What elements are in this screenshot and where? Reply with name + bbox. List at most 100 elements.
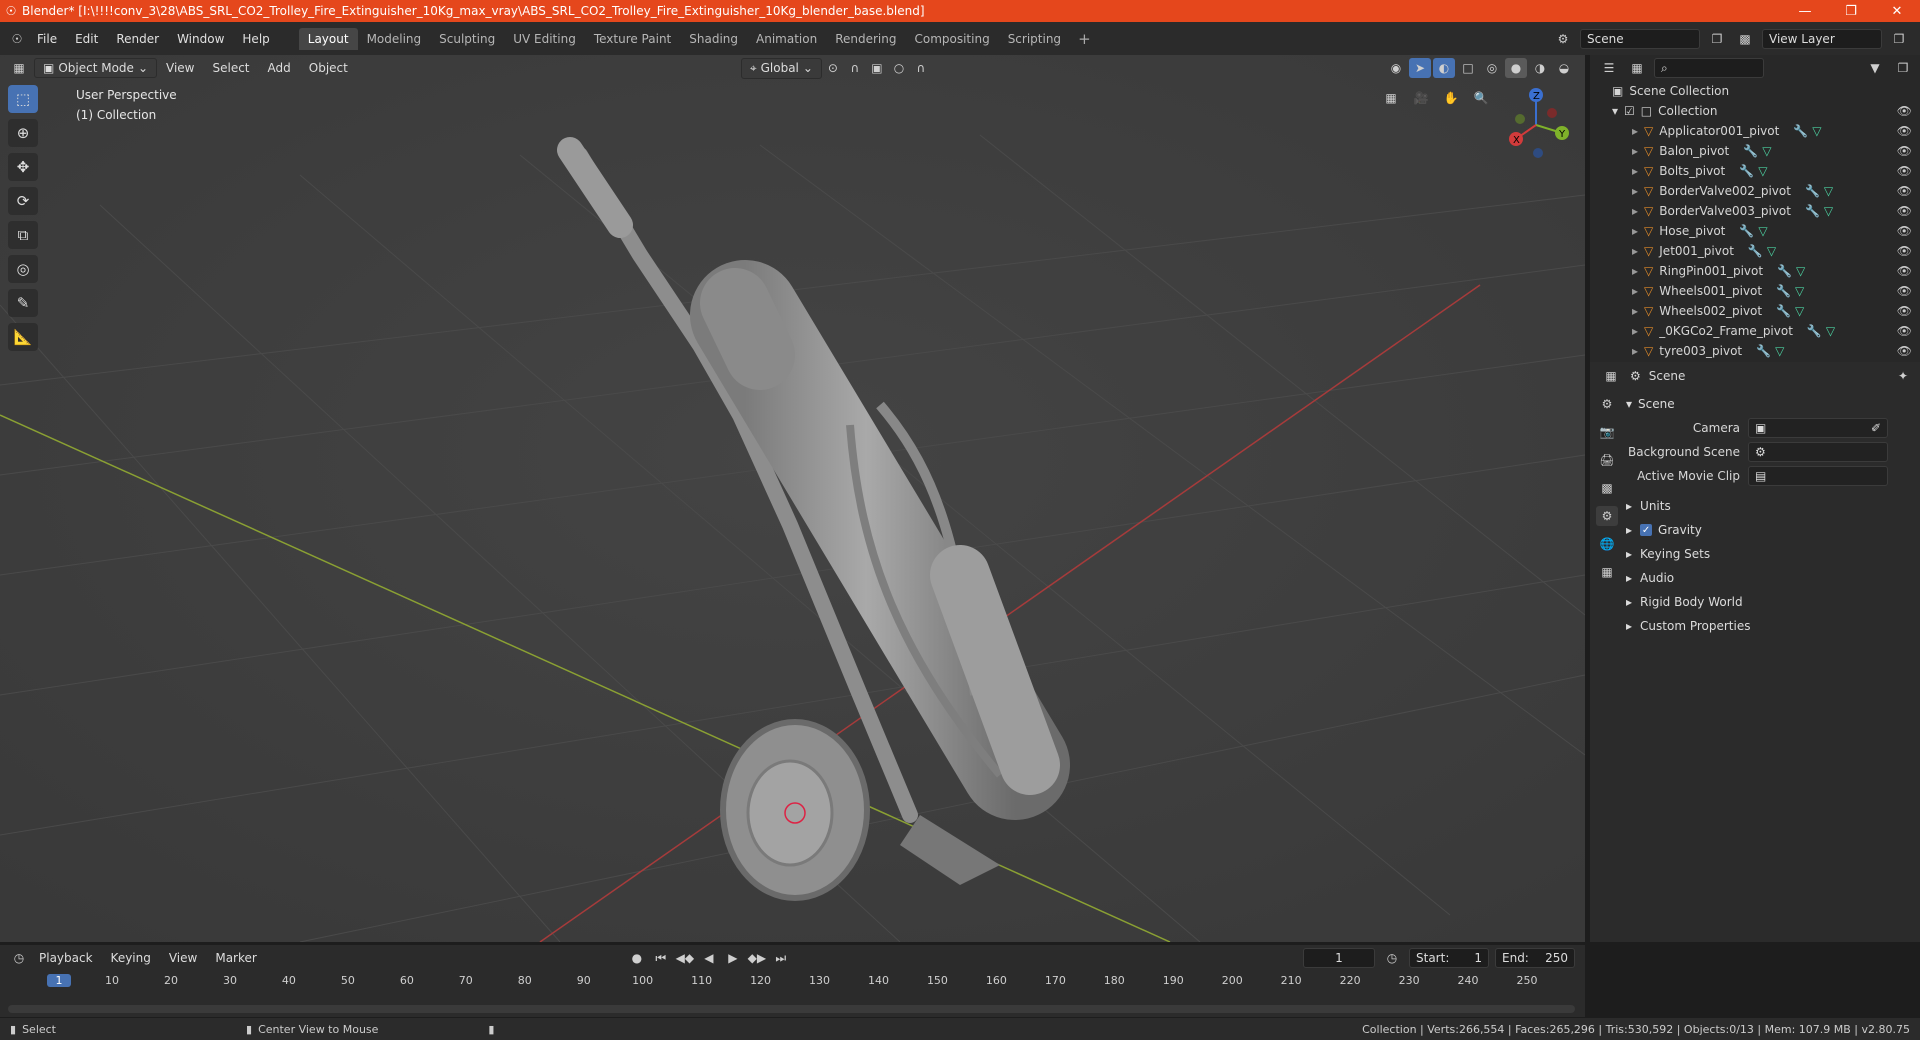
scene-tab-icon[interactable]: ⚙	[1596, 506, 1618, 526]
scale-icon[interactable]: ⧉	[8, 221, 38, 249]
menu-select[interactable]: Select	[203, 61, 258, 75]
clock-icon[interactable]: ◷	[1381, 948, 1403, 968]
menu-keying[interactable]: Keying	[102, 951, 160, 965]
outliner-item[interactable]: ▸ ▽ Hose_pivot 🔧 ▽ 👁	[1590, 221, 1920, 241]
tool-tab-icon[interactable]: ⚙	[1596, 394, 1618, 414]
outliner-collection[interactable]: ▾ ☑ □ Collection 👁	[1590, 101, 1920, 121]
tab-sculpting[interactable]: Sculpting	[430, 28, 504, 50]
prev-keyframe-icon[interactable]: ◀◆	[674, 948, 696, 968]
eye-icon[interactable]: 👁	[1897, 144, 1912, 158]
next-keyframe-icon[interactable]: ◆▶	[746, 948, 768, 968]
eyedropper-icon[interactable]: ✐	[1871, 421, 1881, 435]
outliner-item[interactable]: ▸ ▽ Balon_pivot 🔧 ▽ 👁	[1590, 141, 1920, 161]
falloff-icon[interactable]: ∩	[910, 58, 932, 78]
menu-edit[interactable]: Edit	[66, 32, 107, 46]
eye-icon[interactable]: 👁	[1897, 124, 1912, 138]
menu-object[interactable]: Object	[300, 61, 357, 75]
eye-icon[interactable]: 👁	[1897, 164, 1912, 178]
outliner-search-input[interactable]: ⌕	[1654, 58, 1764, 78]
menu-timeline-view[interactable]: View	[160, 951, 206, 965]
tab-modeling[interactable]: Modeling	[358, 28, 431, 50]
outliner-editor-icon[interactable]: ☰	[1598, 58, 1620, 78]
output-tab-icon[interactable]: 🖨	[1596, 450, 1618, 470]
new-collection-icon[interactable]: ❐	[1892, 58, 1914, 78]
current-frame-field[interactable]: 1	[1303, 948, 1375, 968]
scene-selector[interactable]: Scene	[1580, 28, 1700, 49]
rendered-shading-icon[interactable]: ◒	[1553, 58, 1575, 78]
menu-file[interactable]: File	[28, 32, 66, 46]
render-tab-icon[interactable]: 📷	[1596, 422, 1618, 442]
eye-icon[interactable]: 👁	[1897, 304, 1912, 318]
audio-section[interactable]: ▸ Audio	[1626, 566, 1916, 590]
outliner-item[interactable]: ▸ ▽ BorderValve002_pivot 🔧 ▽ 👁	[1590, 181, 1920, 201]
expand-arrow-icon[interactable]: ▾	[1612, 104, 1618, 118]
outliner-item[interactable]: ▸ ▽ tyre003_pivot 🔧 ▽ 👁	[1590, 341, 1920, 361]
display-mode-icon[interactable]: ▦	[1626, 58, 1648, 78]
expand-arrow-icon[interactable]: ▸	[1632, 124, 1638, 138]
eye-icon[interactable]: 👁	[1897, 184, 1912, 198]
outliner-item[interactable]: ▸ ▽ Wheels002_pivot 🔧 ▽ 👁	[1590, 301, 1920, 321]
start-frame-field[interactable]: Start: 1	[1409, 948, 1489, 968]
new-view-layer-icon[interactable]: ❐	[1888, 29, 1910, 49]
view-layer-tab-icon[interactable]: ▩	[1596, 478, 1618, 498]
cursor-icon[interactable]: ⊕	[8, 119, 38, 147]
material-shading-icon[interactable]: ◑	[1529, 58, 1551, 78]
expand-arrow-icon[interactable]: ▸	[1632, 244, 1638, 258]
zoom-icon[interactable]: 🔍	[1470, 88, 1492, 108]
outliner-item[interactable]: ▸ ▽ Wheels001_pivot 🔧 ▽ 👁	[1590, 281, 1920, 301]
texture-tab-icon[interactable]: ▦	[1596, 562, 1618, 582]
expand-arrow-icon[interactable]: ▸	[1632, 204, 1638, 218]
custom-properties-section[interactable]: ▸ Custom Properties	[1626, 614, 1916, 638]
outliner-item[interactable]: ▸ ▽ _0KGCo2_Frame_pivot 🔧 ▽ 👁	[1590, 321, 1920, 341]
eye-icon[interactable]: 👁	[1897, 264, 1912, 278]
eye-icon[interactable]: 👁	[1897, 204, 1912, 218]
annotate-icon[interactable]: ✎	[8, 289, 38, 317]
outliner-item[interactable]: ▸ ▽ RingPin001_pivot 🔧 ▽ 👁	[1590, 261, 1920, 281]
keying-sets-section[interactable]: ▸ Keying Sets	[1626, 542, 1916, 566]
expand-arrow-icon[interactable]: ▸	[1632, 284, 1638, 298]
3d-viewport[interactable]: ▦ ▣ Object Mode ⌄ View Select Add Object…	[0, 55, 1585, 942]
rotate-icon[interactable]: ⟳	[8, 187, 38, 215]
world-tab-icon[interactable]: 🌐	[1596, 534, 1618, 554]
view-layer-selector[interactable]: View Layer	[1762, 28, 1882, 49]
toggle-perspective-icon[interactable]: ▦	[1380, 88, 1402, 108]
outliner-item[interactable]: ▸ ▽ BorderValve003_pivot 🔧 ▽ 👁	[1590, 201, 1920, 221]
snap-icon[interactable]: ∩	[844, 58, 866, 78]
scene-icon[interactable]: ⚙	[1552, 29, 1574, 49]
expand-arrow-icon[interactable]: ▸	[1632, 144, 1638, 158]
properties-editor-icon[interactable]: ▦	[1600, 366, 1622, 386]
pivot-point-icon[interactable]: ⊙	[822, 58, 844, 78]
gravity-section[interactable]: ▸ ✓ Gravity	[1626, 518, 1916, 542]
filter-icon[interactable]: ▼	[1864, 58, 1886, 78]
menu-playback[interactable]: Playback	[30, 951, 102, 965]
camera-field[interactable]: ▣ ✐	[1748, 418, 1888, 438]
eye-icon[interactable]: 👁	[1897, 344, 1912, 358]
transform-orientation-selector[interactable]: ⌖ Global ⌄	[740, 57, 822, 79]
minimize-button[interactable]: —	[1782, 4, 1828, 19]
tab-compositing[interactable]: Compositing	[905, 28, 998, 50]
expand-arrow-icon[interactable]: ▸	[1632, 344, 1638, 358]
movie-clip-field[interactable]: ▤	[1748, 466, 1888, 486]
add-workspace-icon[interactable]: +	[1070, 30, 1099, 48]
visibility-icon[interactable]: ◉	[1385, 58, 1407, 78]
eye-icon[interactable]: 👁	[1897, 244, 1912, 258]
snap-target-icon[interactable]: ▣	[866, 58, 888, 78]
tab-scripting[interactable]: Scripting	[999, 28, 1070, 50]
outliner-item[interactable]: ▸ ▽ Jet001_pivot 🔧 ▽ 👁	[1590, 241, 1920, 261]
frame-ruler[interactable]: 1 10 20 30 40 50 60 70 80 90 100 110 120 130 140 150 160…	[0, 971, 1585, 993]
eye-icon[interactable]: 👁	[1897, 224, 1912, 238]
close-button[interactable]: ✕	[1874, 4, 1920, 19]
rigid-body-world-section[interactable]: ▸ Rigid Body World	[1626, 590, 1916, 614]
blender-menu-icon[interactable]: ☉	[6, 29, 28, 49]
eye-icon[interactable]: 👁	[1897, 324, 1912, 338]
tab-rendering[interactable]: Rendering	[826, 28, 905, 50]
units-section[interactable]: ▸ Units	[1626, 494, 1916, 518]
expand-arrow-icon[interactable]: ▸	[1632, 184, 1638, 198]
measure-icon[interactable]: 📐	[8, 323, 38, 351]
timeline-scrollbar[interactable]	[8, 1005, 1575, 1013]
solid-shading-icon[interactable]: ●	[1505, 58, 1527, 78]
navigation-gizmo[interactable]: Z Y X	[1500, 83, 1580, 163]
gravity-checkbox[interactable]: ✓	[1640, 524, 1653, 536]
menu-add[interactable]: Add	[259, 61, 300, 75]
menu-render[interactable]: Render	[107, 32, 168, 46]
